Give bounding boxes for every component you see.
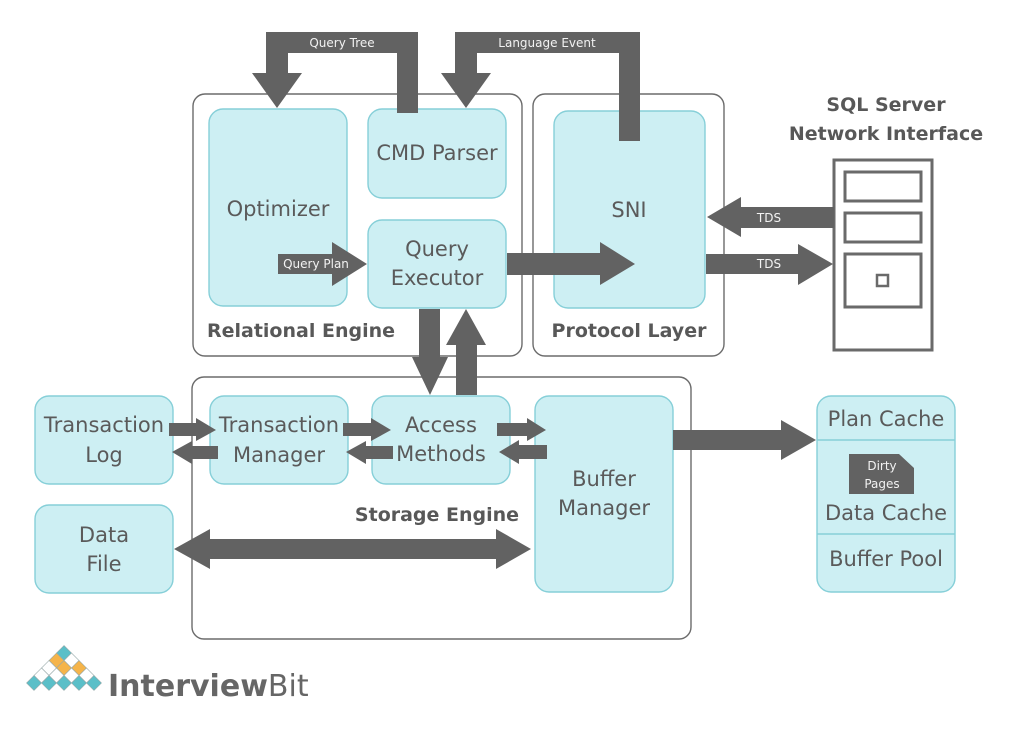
server-power-light [875, 273, 890, 288]
query-tree-label: Query Tree [309, 36, 374, 50]
access-methods-label-line1: Access [405, 413, 477, 437]
transaction-manager-box [209, 395, 349, 485]
language-event-label: Language Event [498, 36, 596, 50]
data-file-box [34, 504, 174, 594]
tds-in-label: TDS [756, 211, 781, 225]
transaction-log-label-line1: Transaction [43, 413, 164, 437]
buffer-manager-label-line1: Buffer [572, 467, 636, 491]
data-cache-label: Data Cache [825, 501, 947, 525]
brand-name: InterviewBit [108, 669, 309, 704]
protocol-layer-label: Protocol Layer [552, 320, 708, 342]
access-methods-box [371, 395, 511, 485]
tds-out-label: TDS [756, 257, 781, 271]
plan-cache-label: Plan Cache [828, 407, 945, 431]
network-interface-title-line2: Network Interface [789, 123, 983, 145]
dirty-pages-label-line1: Dirty [867, 459, 896, 473]
brand-name-bold: Interview [108, 669, 268, 704]
storage-engine-label: Storage Engine [355, 504, 519, 526]
buffer-pool-label: Buffer Pool [829, 547, 943, 571]
query-executor-label-line1: Query [405, 237, 469, 261]
buffer-manager-label-line2: Manager [558, 496, 650, 520]
brand-name-light: Bit [268, 669, 309, 704]
data-file-label-line2: File [86, 552, 121, 576]
query-executor-box [367, 219, 507, 309]
interviewbit-logo-icon [26, 645, 102, 691]
transaction-log-label-line2: Log [85, 443, 123, 467]
query-executor-label-line2: Executor [391, 266, 484, 290]
transaction-manager-label-line2: Manager [233, 443, 325, 467]
optimizer-label: Optimizer [227, 197, 330, 221]
cmd-parser-label: CMD Parser [376, 141, 498, 165]
relational-engine-label: Relational Engine [207, 320, 395, 342]
sql-server-architecture-diagram: Optimizer CMD Parser Query Executor SNI … [26, 32, 983, 704]
server-slot-1 [843, 170, 923, 203]
buffer-manager-to-pool-arrow [673, 420, 816, 460]
dirty-pages-label-line2: Pages [864, 477, 899, 491]
data-file-label-line1: Data [79, 523, 129, 547]
access-methods-label-line2: Methods [396, 442, 486, 466]
transaction-manager-label-line1: Transaction [218, 413, 339, 437]
server-slot-2 [843, 211, 923, 244]
network-interface-title-line1: SQL Server [826, 94, 946, 116]
query-plan-label: Query Plan [283, 257, 349, 271]
transaction-log-box [34, 395, 174, 485]
buffer-manager-box [534, 395, 674, 593]
sni-label: SNI [611, 198, 646, 222]
